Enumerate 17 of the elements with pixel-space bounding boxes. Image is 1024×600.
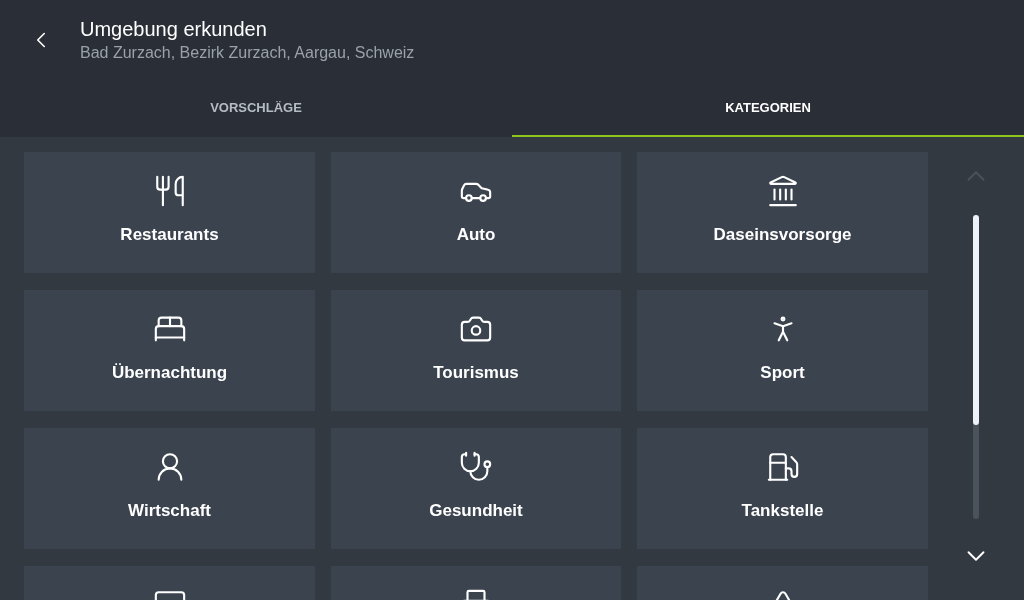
page-title: Umgebung erkunden <box>80 17 268 42</box>
category-tile[interactable]: Tourismus <box>331 290 621 411</box>
category-tile[interactable]: Sport <box>637 290 928 411</box>
category-tile[interactable]: Wirtschaft <box>24 428 315 549</box>
category-tile[interactable]: Auto <box>331 152 621 273</box>
scrollbar-track[interactable] <box>973 215 979 519</box>
stethoscope-icon <box>459 450 493 484</box>
tab[interactable]: VORSCHLÄGE <box>0 80 512 137</box>
fuel-pump-icon <box>765 450 800 484</box>
category-tile[interactable]: Daseinsvorsorge <box>637 152 928 273</box>
category-tile[interactable]: Tankstelle <box>637 428 928 549</box>
scrollbar-thumb[interactable] <box>973 215 979 425</box>
location-subtitle: Bad Zurzach, Bezirk Zurzach, Aargau, Schweiz <box>80 43 415 63</box>
tab[interactable]: KATEGORIEN <box>512 80 1024 137</box>
category-tile[interactable]: Restaurants <box>24 152 315 273</box>
category-tile[interactable]: Gesundheit <box>331 428 621 549</box>
category-tile[interactable]: Übernachtung <box>24 290 315 411</box>
